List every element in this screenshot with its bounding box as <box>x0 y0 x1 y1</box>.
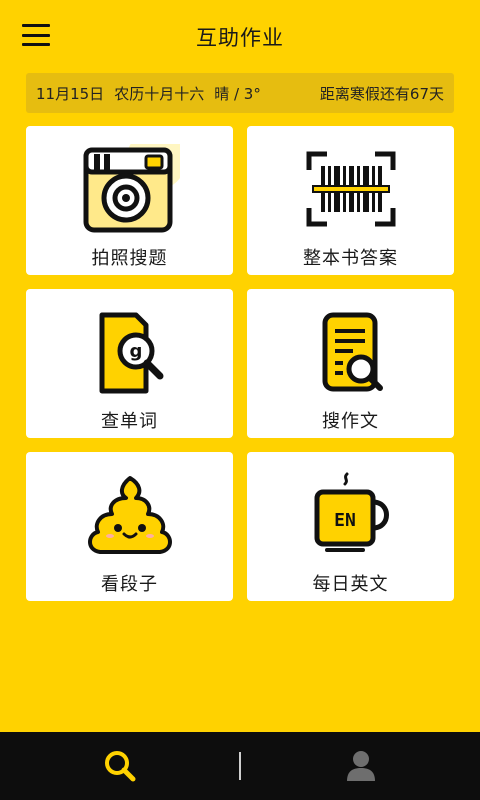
tile-label: 搜作文 <box>322 411 379 432</box>
bottom-nav <box>0 732 480 800</box>
date-text: 11月15日 <box>36 84 105 103</box>
tile-label: 查单词 <box>101 411 158 432</box>
tile-jokes[interactable]: 看段子 <box>26 452 233 601</box>
svg-text:g: g <box>129 341 142 362</box>
tile-look-up-words[interactable]: g 查单词 <box>26 289 233 438</box>
tile-whole-book-answers[interactable]: 整本书答案 <box>247 126 454 275</box>
barcode-scan-icon <box>301 144 401 236</box>
poop-emoji-icon <box>80 470 180 562</box>
tile-label: 每日英文 <box>312 574 389 595</box>
user-icon <box>346 751 375 781</box>
lunar-date-text: 农历十月十六 <box>114 84 205 103</box>
info-bar: 11月15日 农历十月十六晴 / 3° 距离寒假还有67天 <box>26 73 454 113</box>
vacation-countdown: 距离寒假还有67天 <box>319 84 444 103</box>
tile-label: 整本书答案 <box>303 248 398 269</box>
svg-text:EN: EN <box>334 510 356 531</box>
feature-grid: 拍照搜题 整本书答案 g 查单词 搜作文 看段子 EN 每日英文 <box>26 126 454 601</box>
tile-photo-search[interactable]: 拍照搜题 <box>26 126 233 275</box>
search-icon <box>104 751 135 782</box>
tile-label: 拍照搜题 <box>91 248 168 269</box>
english-cup-icon: EN <box>301 470 401 562</box>
app-bar: 互助作业 <box>0 0 480 72</box>
page-title: 互助作业 <box>196 26 284 50</box>
nav-search[interactable] <box>0 732 239 800</box>
word-search-icon: g <box>80 307 180 399</box>
tile-daily-english[interactable]: EN 每日英文 <box>247 452 454 601</box>
tile-search-essays[interactable]: 搜作文 <box>247 289 454 438</box>
tile-label: 看段子 <box>101 574 158 595</box>
nav-profile[interactable] <box>241 732 480 800</box>
weather-text: 晴 / 3° <box>214 84 261 103</box>
document-search-icon <box>301 307 401 399</box>
date-weather: 11月15日 农历十月十六晴 / 3° <box>36 83 271 104</box>
camera-icon <box>80 144 180 236</box>
